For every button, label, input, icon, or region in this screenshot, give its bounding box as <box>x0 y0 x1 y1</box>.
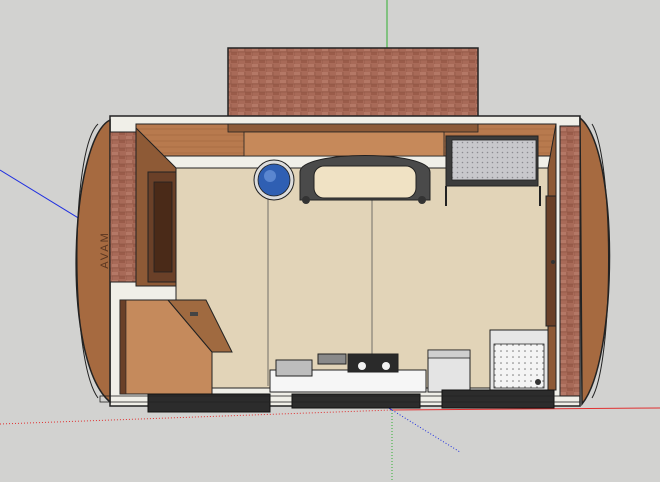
right-end-cap[interactable] <box>559 116 611 407</box>
wall-window[interactable] <box>147 171 177 283</box>
door[interactable] <box>545 195 557 327</box>
shower-stall[interactable] <box>489 329 549 391</box>
blue-axis-dotted <box>391 409 461 453</box>
water-jar[interactable] <box>253 159 295 201</box>
right-brick-column <box>559 125 581 397</box>
stove[interactable] <box>347 353 399 373</box>
sofa[interactable] <box>299 155 431 205</box>
left-brick-column <box>109 131 137 283</box>
trash-bin[interactable] <box>427 349 471 393</box>
brick-chimney[interactable] <box>227 47 479 121</box>
modeling-viewport[interactable]: AVAM <box>0 0 660 482</box>
scene-svg: AVAM <box>0 0 660 482</box>
wall-sign: AVAM <box>99 231 111 269</box>
